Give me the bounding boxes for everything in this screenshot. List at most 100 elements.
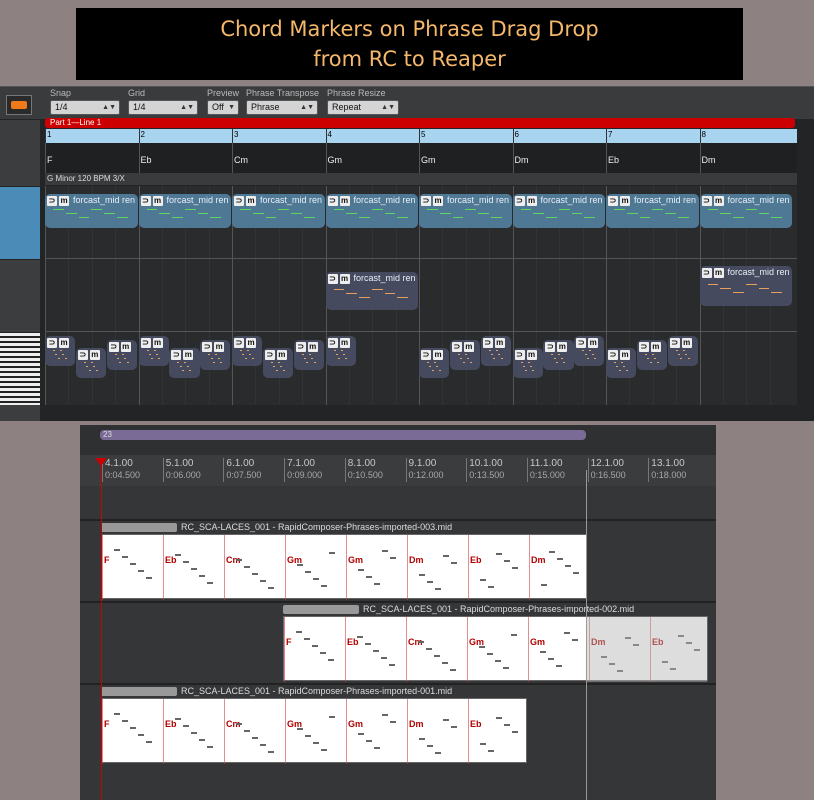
phrase-block[interactable]: ⊃ m	[606, 348, 637, 378]
mute-icon[interactable]: m	[59, 196, 69, 206]
midi-item[interactable]: F Eb Cm Gm Gm Dm Eb Dm	[101, 534, 587, 600]
mute-icon[interactable]: m	[339, 274, 350, 284]
chord-label[interactable]: F	[47, 155, 53, 165]
playhead-marker-icon[interactable]	[95, 458, 107, 466]
mute-icon[interactable]: m	[526, 196, 537, 206]
item-buttons-icon[interactable]	[283, 605, 359, 615]
loop-icon[interactable]: ⊃	[264, 350, 275, 360]
bar-ruler[interactable]: 1 2 3 4 5 6 7 8	[45, 129, 797, 143]
loop-icon[interactable]: ⊃	[77, 350, 88, 360]
item-buttons-icon[interactable]	[101, 687, 177, 697]
item-buttons-icon[interactable]	[101, 523, 177, 533]
loop-icon[interactable]: ⊃	[171, 350, 182, 360]
chord-label[interactable]: Dm	[702, 155, 716, 165]
mute-icon[interactable]: m	[152, 196, 163, 206]
phrase-block[interactable]: ⊃ m forcast_mid ren	[232, 194, 325, 228]
mute-icon[interactable]: m	[183, 350, 194, 360]
chord-track[interactable]: F Eb Cm Gm Gm Dm Eb Dm	[45, 143, 797, 173]
grid-select[interactable]: 1/4 ▲▼	[128, 100, 198, 115]
loop-icon[interactable]: ⊃	[295, 342, 306, 352]
loop-icon[interactable]: ⊃	[108, 342, 119, 352]
snap-select[interactable]: 1/4 ▲▼	[50, 100, 120, 115]
mute-icon[interactable]: m	[557, 342, 568, 352]
loop-icon[interactable]: ⊃	[327, 196, 338, 206]
phrase-block[interactable]: ⊃ m	[512, 348, 543, 378]
mute-icon[interactable]: m	[620, 196, 630, 206]
phrase-block[interactable]: ⊃ m	[419, 348, 450, 378]
mute-icon[interactable]: m	[214, 342, 225, 352]
loop-icon[interactable]: ⊃	[327, 274, 338, 284]
rc-logo-icon[interactable]	[6, 95, 32, 115]
mute-icon[interactable]: m	[339, 196, 350, 206]
mute-icon[interactable]: m	[59, 338, 69, 348]
midi-item[interactable]: F Eb Cm Gm Gm Dm Eb	[101, 698, 527, 764]
loop-icon[interactable]: ⊃	[140, 338, 151, 348]
loop-icon[interactable]: ⊃	[669, 338, 680, 348]
loop-icon[interactable]: ⊃	[421, 350, 431, 360]
loop-icon[interactable]: ⊃	[514, 350, 525, 360]
chord-label[interactable]: Eb	[141, 155, 152, 165]
mute-icon[interactable]: m	[433, 350, 443, 360]
item-header[interactable]: RC_SCA-LACES_001 - RapidComposer-Phrases…	[101, 685, 452, 697]
loop-icon[interactable]: ⊃	[47, 338, 57, 348]
chord-label[interactable]: Gm	[328, 155, 343, 165]
phrase-block[interactable]: ⊃ m	[293, 340, 324, 370]
mute-icon[interactable]: m	[152, 338, 163, 348]
mute-icon[interactable]: m	[120, 342, 131, 352]
transpose-select[interactable]: Phrase ▲▼	[246, 100, 318, 115]
chord-label[interactable]: Dm	[515, 155, 529, 165]
loop-icon[interactable]: ⊃	[421, 196, 431, 206]
phrase-block[interactable]: ⊃ m	[449, 340, 480, 370]
mute-icon[interactable]: m	[339, 338, 350, 348]
loop-icon[interactable]: ⊃	[451, 342, 462, 352]
preview-select[interactable]: Off ▼	[207, 100, 239, 115]
phrase-block[interactable]: ⊃ m	[75, 348, 106, 378]
phrase-block[interactable]: ⊃ m	[574, 336, 605, 366]
track-header-2[interactable]	[0, 260, 40, 333]
item-header[interactable]: RC_SCA-LACES_001 - RapidComposer-Phrases…	[101, 521, 452, 533]
loop-icon[interactable]: ⊃	[47, 196, 57, 206]
phrase-block[interactable]: ⊃ m	[543, 340, 574, 370]
phrase-block[interactable]: ⊃ m forcast_mid ren	[606, 194, 699, 228]
loop-icon[interactable]: ⊃	[608, 196, 618, 206]
mute-icon[interactable]: m	[433, 196, 443, 206]
phrase-block[interactable]: ⊃ m forcast_mid ren	[512, 194, 605, 228]
phrase-block[interactable]: ⊃ m forcast_mid ren	[699, 194, 792, 228]
loop-icon[interactable]: ⊃	[701, 196, 712, 206]
mute-icon[interactable]: m	[246, 338, 256, 348]
phrase-block[interactable]: ⊃ m	[232, 336, 263, 366]
phrase-block[interactable]: ⊃ m	[262, 348, 293, 378]
phrase-block[interactable]: ⊃ m forcast_mid ren	[419, 194, 512, 228]
loop-icon[interactable]: ⊃	[202, 342, 213, 352]
phrase-block[interactable]: ⊃ m forcast_mid ren	[45, 194, 138, 228]
mute-icon[interactable]: m	[276, 350, 287, 360]
resize-select[interactable]: Repeat ▲▼	[327, 100, 399, 115]
loop-icon[interactable]: ⊃	[514, 196, 525, 206]
loop-icon[interactable]: ⊃	[234, 196, 244, 206]
mute-icon[interactable]: m	[713, 268, 724, 278]
phrase-block[interactable]: ⊃ m	[636, 340, 667, 370]
mute-icon[interactable]: m	[526, 350, 537, 360]
loop-icon[interactable]: ⊃	[234, 338, 244, 348]
part-bar[interactable]: Part 1—Line 1	[45, 118, 795, 128]
mute-icon[interactable]: m	[494, 338, 505, 348]
phrase-block[interactable]: ⊃ m	[325, 336, 356, 366]
mute-icon[interactable]: m	[620, 350, 630, 360]
reaper-timeline-ruler[interactable]: 4.1.00 0:04.500 5.1.00 0:06.000 6.1.00 0:07.5…	[80, 456, 716, 486]
chord-label[interactable]: Gm	[421, 155, 436, 165]
piano-keys-icon[interactable]	[0, 333, 40, 405]
phrase-block[interactable]: ⊃ m forcast_mid ren	[325, 194, 418, 228]
mute-icon[interactable]: m	[681, 338, 692, 348]
loop-icon[interactable]: ⊃	[482, 338, 493, 348]
phrase-block[interactable]: ⊃ m forcast_mid ren	[699, 266, 792, 306]
loop-icon[interactable]: ⊃	[701, 268, 712, 278]
mute-icon[interactable]: m	[89, 350, 100, 360]
phrase-block[interactable]: ⊃ m	[138, 336, 169, 366]
loop-icon[interactable]: ⊃	[576, 338, 587, 348]
phrase-block[interactable]: ⊃ m	[169, 348, 200, 378]
region-marker[interactable]: 23	[100, 430, 586, 440]
chord-label[interactable]: Cm	[234, 155, 248, 165]
mute-icon[interactable]: m	[650, 342, 661, 352]
midi-item[interactable]: F Eb Cm Gm Gm Dm Eb	[283, 616, 708, 682]
mute-icon[interactable]: m	[713, 196, 724, 206]
